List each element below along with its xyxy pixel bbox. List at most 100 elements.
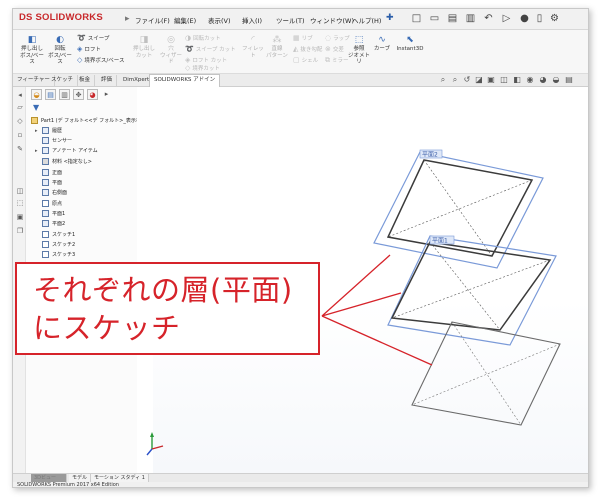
tree-material[interactable]: 材料 <指定なし> bbox=[42, 158, 92, 167]
apply-scene-icon[interactable]: ◒ bbox=[551, 75, 561, 84]
logo-ds: DS bbox=[19, 12, 33, 23]
menu-view[interactable]: 表示(V) bbox=[208, 15, 231, 25]
tree-plane2[interactable]: 平面2 bbox=[42, 220, 65, 229]
tab-sketch[interactable]: スケッチ bbox=[47, 75, 79, 86]
expand-icon[interactable]: ▸ bbox=[35, 147, 40, 156]
tree-sketch1[interactable]: スケッチ1 bbox=[42, 231, 75, 240]
boundary-boss-button[interactable]: ◇ 境界ボス/ベース bbox=[77, 56, 124, 64]
revolve-boss-button[interactable]: ◐ 回転 ボス/ベース bbox=[47, 35, 73, 66]
strip-rebuild-icon[interactable]: ◫ bbox=[16, 187, 24, 195]
dimxpert-tab-icon[interactable]: ✥ bbox=[73, 89, 84, 100]
strip-dimension-icon[interactable]: ◇ bbox=[16, 117, 24, 125]
curves-button[interactable]: ∿ カーブ bbox=[373, 35, 391, 53]
options-gear-icon[interactable]: ⚙ bbox=[548, 12, 561, 25]
print-icon[interactable]: ▥ bbox=[464, 12, 477, 25]
strip-view-icon[interactable]: ▫ bbox=[16, 131, 24, 139]
logo-name: SOLIDWORKS bbox=[35, 12, 103, 23]
tree-sketch2[interactable]: スケッチ2 bbox=[42, 241, 75, 250]
tree-history-label: 履歴 bbox=[52, 128, 63, 134]
draft-button[interactable]: ◭ 抜き勾配 bbox=[293, 45, 322, 53]
feature-tree-tab-icon[interactable]: ◒ bbox=[31, 89, 42, 100]
strip-sketch-icon[interactable]: ▱ bbox=[16, 103, 24, 111]
select-icon[interactable]: ▷ bbox=[500, 12, 513, 25]
strip-select-icon[interactable]: ⬚ bbox=[16, 199, 24, 207]
menu-edit[interactable]: 編集(E) bbox=[174, 15, 196, 25]
strip-arrow-icon[interactable]: ◂ bbox=[16, 91, 24, 99]
extrude-boss-icon: ◧ bbox=[27, 35, 37, 45]
menu-insert[interactable]: 挿入(I) bbox=[242, 15, 262, 25]
tree-annotations[interactable]: ▸ アノテート アイテム bbox=[35, 147, 98, 156]
previous-view-icon[interactable]: ↺ bbox=[462, 75, 472, 84]
tab-sheet-metal[interactable]: 板金 bbox=[75, 75, 96, 86]
intersect-button[interactable]: ⊗ 交差 bbox=[325, 45, 344, 53]
tree-sensors[interactable]: センサー bbox=[42, 137, 72, 146]
tree-sketch1-label: スケッチ1 bbox=[52, 232, 76, 238]
plane-icon bbox=[42, 210, 49, 217]
view-settings-icon[interactable]: ▤ bbox=[564, 75, 574, 84]
ref-geometry-button[interactable]: ⬚ 参照 ジオメトリ bbox=[347, 35, 371, 66]
more-tabs-icon[interactable]: ▸ bbox=[101, 89, 112, 100]
menu-tools[interactable]: ツール(T) bbox=[276, 15, 305, 25]
sweep-cut-button[interactable]: ➰ スイープ カット bbox=[185, 45, 236, 53]
dynamic-annotation-icon[interactable]: ▣ bbox=[486, 75, 496, 84]
sweep-label: スイープ bbox=[87, 36, 110, 42]
menu-expand-icon[interactable]: ▸ bbox=[125, 14, 130, 24]
expand-icon[interactable]: ▸ bbox=[35, 127, 40, 136]
mirror-button[interactable]: ⧉ ミラー bbox=[325, 56, 349, 65]
instant3d-button[interactable]: ⬉ Instant3D bbox=[393, 35, 427, 53]
file-properties-icon[interactable]: ▯ bbox=[533, 12, 546, 25]
part-icon bbox=[31, 117, 38, 124]
display-style-icon[interactable]: ◧ bbox=[512, 75, 522, 84]
tree-history[interactable]: ▸ 履歴 bbox=[35, 127, 62, 136]
new-document-icon[interactable]: □ bbox=[410, 12, 423, 25]
pin-icon[interactable]: ✚ bbox=[386, 13, 394, 23]
display-manager-tab-icon[interactable]: ◕ bbox=[87, 89, 98, 100]
extrude-boss-button[interactable]: ◧ 押し出し ボス/ベース bbox=[19, 35, 45, 66]
shell-button[interactable]: ▢ シェル bbox=[293, 56, 318, 64]
tree-right-plane[interactable]: 右側面 bbox=[42, 189, 67, 198]
tab-solidworks-addins[interactable]: SOLIDWORKS アドイン bbox=[149, 74, 221, 87]
edit-appearance-icon[interactable]: ◕ bbox=[538, 75, 548, 84]
tree-plane1[interactable]: 平面1 bbox=[42, 210, 65, 219]
zoom-area-icon[interactable]: ⌕ bbox=[450, 75, 460, 85]
open-icon[interactable]: ▭ bbox=[428, 12, 441, 25]
save-icon[interactable]: ▤ bbox=[446, 12, 459, 25]
linear-pattern-button[interactable]: ⁂ 直線 パターン bbox=[265, 35, 289, 59]
menu-file[interactable]: ファイル(F) bbox=[135, 15, 170, 25]
tab-3d-views[interactable]: 3Dビュー bbox=[31, 474, 67, 482]
rebuild-icon[interactable]: ● bbox=[518, 12, 531, 25]
loft-cut-button[interactable]: ◈ ロフト カット bbox=[185, 56, 227, 64]
hide-show-icon[interactable]: ◉ bbox=[525, 75, 535, 84]
revolve-cut-button[interactable]: ◑ 回転カット bbox=[185, 34, 221, 42]
zoom-to-fit-icon[interactable]: ⌕ bbox=[438, 75, 448, 85]
strip-smart-icon[interactable]: ✎ bbox=[16, 145, 24, 153]
menu-help[interactable]: ヘルプ(H) bbox=[352, 15, 381, 25]
loft-button[interactable]: ◈ ロフト bbox=[77, 45, 101, 53]
plane-icon bbox=[42, 179, 49, 186]
strip-copy-icon[interactable]: ❐ bbox=[16, 227, 24, 235]
tree-front-plane[interactable]: 正面 bbox=[42, 169, 62, 178]
boundary-cut-button[interactable]: ◇ 境界カット bbox=[185, 64, 220, 72]
sweep-button[interactable]: ➰ スイープ bbox=[77, 34, 109, 42]
tree-top-plane[interactable]: 平面 bbox=[42, 179, 62, 188]
tree-origin[interactable]: 原点 bbox=[42, 200, 62, 209]
property-manager-tab-icon[interactable]: ▤ bbox=[45, 89, 56, 100]
section-view-icon[interactable]: ◪ bbox=[474, 75, 484, 84]
filter-icon[interactable]: ▼ bbox=[33, 103, 39, 112]
menu-window[interactable]: ウィンドウ(W) bbox=[310, 15, 354, 25]
wrap-button[interactable]: ◌ ラップ bbox=[325, 34, 350, 42]
hole-wizard-button[interactable]: ◎ 穴 ウィザード bbox=[159, 35, 183, 66]
fillet-button[interactable]: ◜ フィレット bbox=[241, 35, 265, 59]
draft-icon: ◭ bbox=[293, 45, 299, 53]
view-orientation-icon[interactable]: ◫ bbox=[499, 75, 509, 84]
rib-button[interactable]: ▦ リブ bbox=[293, 34, 313, 42]
undo-icon[interactable]: ↶ bbox=[482, 12, 495, 25]
config-manager-tab-icon[interactable]: ▥ bbox=[59, 89, 70, 100]
tab-model[interactable]: モデル bbox=[69, 474, 92, 482]
extrude-cut-button[interactable]: ◨ 押し出し カット bbox=[131, 35, 157, 59]
tab-motion-study[interactable]: モーション スタディ 1 bbox=[91, 474, 149, 482]
tree-sketch3[interactable]: スケッチ3 bbox=[42, 251, 75, 260]
strip-save-icon[interactable]: ▣ bbox=[16, 213, 24, 221]
boundary-boss-label: 境界ボス/ベース bbox=[84, 58, 125, 64]
tab-evaluate[interactable]: 評価 bbox=[97, 75, 118, 86]
